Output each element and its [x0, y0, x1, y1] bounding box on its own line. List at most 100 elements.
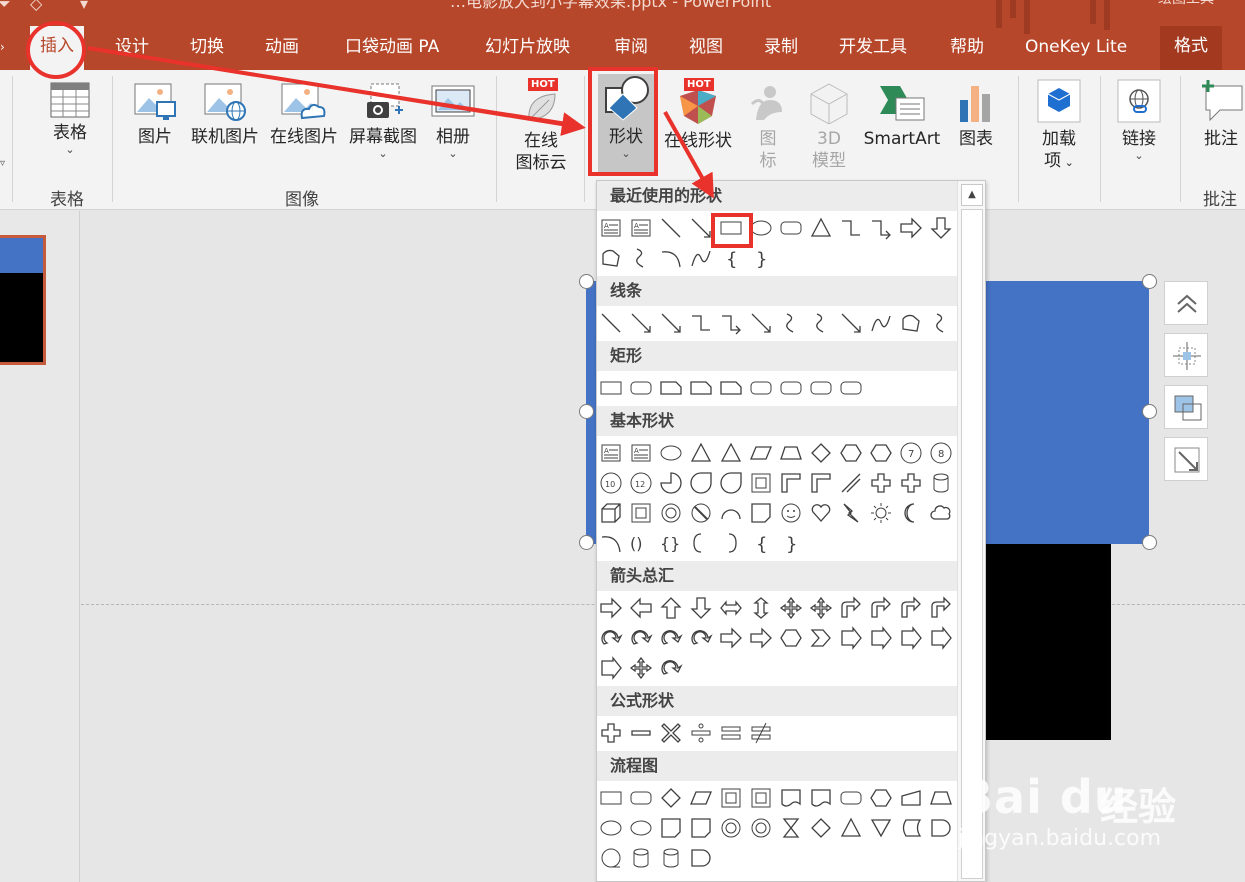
scroll-up-icon[interactable]: ▲: [961, 184, 983, 206]
shape-elbow-arrow-connector-icon[interactable]: [869, 216, 893, 240]
shape-round-same-side-icon[interactable]: [809, 376, 833, 400]
tab-insert[interactable]: 插入: [30, 26, 84, 70]
align-center-button[interactable]: [1164, 333, 1208, 377]
shape-snip-round-icon[interactable]: [749, 376, 773, 400]
shape-double-arrow-icon[interactable]: [659, 311, 683, 335]
shape-oval-icon[interactable]: [659, 441, 683, 465]
shape-isosceles-triangle-icon[interactable]: [689, 441, 713, 465]
shape-direct-access-storage-icon[interactable]: [659, 846, 683, 870]
shape-elbow-connector-icon[interactable]: [689, 311, 713, 335]
slide-thumbnail[interactable]: [0, 235, 46, 365]
customize-qat-icon[interactable]: ▾: [80, 0, 88, 13]
shape-left-brace-icon[interactable]: {: [719, 246, 743, 270]
shape-stored-data-icon[interactable]: [899, 816, 923, 840]
shape-collate-icon[interactable]: [779, 816, 803, 840]
shape-summing-junction-icon[interactable]: [719, 816, 743, 840]
resize-handle[interactable]: [1142, 535, 1157, 550]
shape-can-icon[interactable]: [929, 471, 953, 495]
shape-decision-icon[interactable]: [659, 786, 683, 810]
shape-right-arrow-callout-icon[interactable]: [839, 626, 863, 650]
shape-curved-arrow-icon[interactable]: [809, 311, 833, 335]
shape-bent-arrow-icon[interactable]: [839, 596, 863, 620]
shape-internal-storage-icon[interactable]: [749, 786, 773, 810]
shape-parallelogram-icon[interactable]: [749, 441, 773, 465]
shape-bent-up-arrow-icon[interactable]: [929, 596, 953, 620]
shape-multiply-icon[interactable]: [659, 721, 683, 745]
shape-round-diagonal-icon[interactable]: [839, 376, 863, 400]
shape-scribble-icon[interactable]: [929, 311, 953, 335]
shape-notched-right-arrow-icon[interactable]: [749, 626, 773, 650]
shape-chevron-icon[interactable]: [809, 626, 833, 650]
shape-arc-icon[interactable]: [659, 246, 683, 270]
shape-elbow-double-arrow-icon[interactable]: [749, 311, 773, 335]
shape-left-up-arrow-icon[interactable]: [899, 596, 923, 620]
shape-left-bracket-icon[interactable]: [689, 531, 713, 555]
shape-bevel-icon[interactable]: [629, 501, 653, 525]
shape-left-arrow-callout-icon[interactable]: [899, 626, 923, 650]
shape-manual-operation-icon[interactable]: [929, 786, 953, 810]
shape-rounded-rectangle-icon[interactable]: [779, 216, 803, 240]
shape-display-icon[interactable]: [689, 846, 713, 870]
shape-curved-double-arrow-icon[interactable]: [839, 311, 863, 335]
shape-heart-icon[interactable]: [809, 501, 833, 525]
touch-mode-icon[interactable]: ◇: [30, 0, 42, 13]
online-picture-linked-button[interactable]: 联机图片: [187, 82, 263, 148]
shape-moon-icon[interactable]: [899, 501, 923, 525]
online-picture-button[interactable]: 在线图片: [266, 82, 342, 148]
tab-format[interactable]: 格式: [1160, 26, 1222, 70]
shape-process-icon[interactable]: [599, 786, 623, 810]
shape-chord-icon[interactable]: [689, 471, 713, 495]
shape-curved-connector-icon[interactable]: [779, 311, 803, 335]
tab-developer[interactable]: 开发工具: [839, 34, 907, 64]
shape-quad-arrow-callout-icon[interactable]: [629, 656, 653, 680]
shape-snip-diagonal-icon[interactable]: [719, 376, 743, 400]
shape-vertical-textbox-icon[interactable]: A: [629, 441, 653, 465]
shape-pentagon-arrow-icon[interactable]: [779, 626, 803, 650]
shape-line-icon[interactable]: [599, 311, 623, 335]
shape-document-icon[interactable]: [779, 786, 803, 810]
shape-folded-corner-icon[interactable]: [749, 501, 773, 525]
shape-decagon-icon[interactable]: 10: [599, 471, 623, 495]
shape-curved-up-arrow-icon[interactable]: [659, 626, 683, 650]
online-shapes-button[interactable]: HOT 在线形状: [660, 78, 736, 152]
tab-overflow-icon[interactable]: ›: [0, 40, 6, 54]
tab-help[interactable]: 帮助: [950, 34, 984, 64]
group-collapse-icon[interactable]: ▿: [0, 158, 5, 169]
shape-rounded-rectangle-icon[interactable]: [629, 376, 653, 400]
shape-curved-down-arrow-icon[interactable]: [689, 626, 713, 650]
shape-curve-icon[interactable]: [869, 311, 893, 335]
addins-button[interactable]: 加载 项 ⌄: [1030, 78, 1088, 174]
shape-down-arrow-icon[interactable]: [689, 596, 713, 620]
shape-diagonal-stripe-icon[interactable]: [839, 471, 863, 495]
shape-double-bracket-icon[interactable]: (): [629, 531, 653, 555]
shape-minus-icon[interactable]: [629, 721, 653, 745]
shape-elbow-arrow-icon[interactable]: [719, 311, 743, 335]
shape-donut-icon[interactable]: [659, 501, 683, 525]
shape-circular-arrow-icon[interactable]: [659, 656, 683, 680]
shape-dodecagon-icon[interactable]: 12: [629, 471, 653, 495]
shape-right-arrow-icon[interactable]: [899, 216, 923, 240]
shape-no-symbol-icon[interactable]: [689, 501, 713, 525]
shape-or-icon[interactable]: [749, 816, 773, 840]
shape-quad-arrow-icon[interactable]: [779, 596, 803, 620]
shape-scribble-icon[interactable]: [629, 246, 653, 270]
online-icon-cloud-button[interactable]: HOT 在线 图标云: [508, 78, 574, 174]
smartart-button[interactable]: SmartArt: [860, 82, 944, 150]
shape-striped-right-arrow-icon[interactable]: [719, 626, 743, 650]
shape-double-brace-icon[interactable]: {}: [659, 531, 683, 555]
shape-round-single-corner-icon[interactable]: [779, 376, 803, 400]
shape-data-icon[interactable]: [689, 786, 713, 810]
shape-card-icon[interactable]: [659, 816, 683, 840]
shape-divide-icon[interactable]: [689, 721, 713, 745]
shape-merge-icon[interactable]: [869, 816, 893, 840]
shape-off-page-connector-icon[interactable]: [629, 816, 653, 840]
3d-model-button[interactable]: 3D 模型: [805, 82, 853, 172]
shape-freeform-icon[interactable]: [599, 246, 623, 270]
tab-onekey-lite[interactable]: OneKey Lite: [1025, 34, 1127, 64]
shape-down-arrow-icon[interactable]: [929, 216, 953, 240]
shape-elbow-connector-icon[interactable]: [839, 216, 863, 240]
shape-cross-icon[interactable]: [869, 471, 893, 495]
shape-right-bracket-icon[interactable]: [719, 531, 743, 555]
tab-animations[interactable]: 动画: [265, 34, 299, 64]
black-rectangle-shape[interactable]: [971, 544, 1111, 740]
